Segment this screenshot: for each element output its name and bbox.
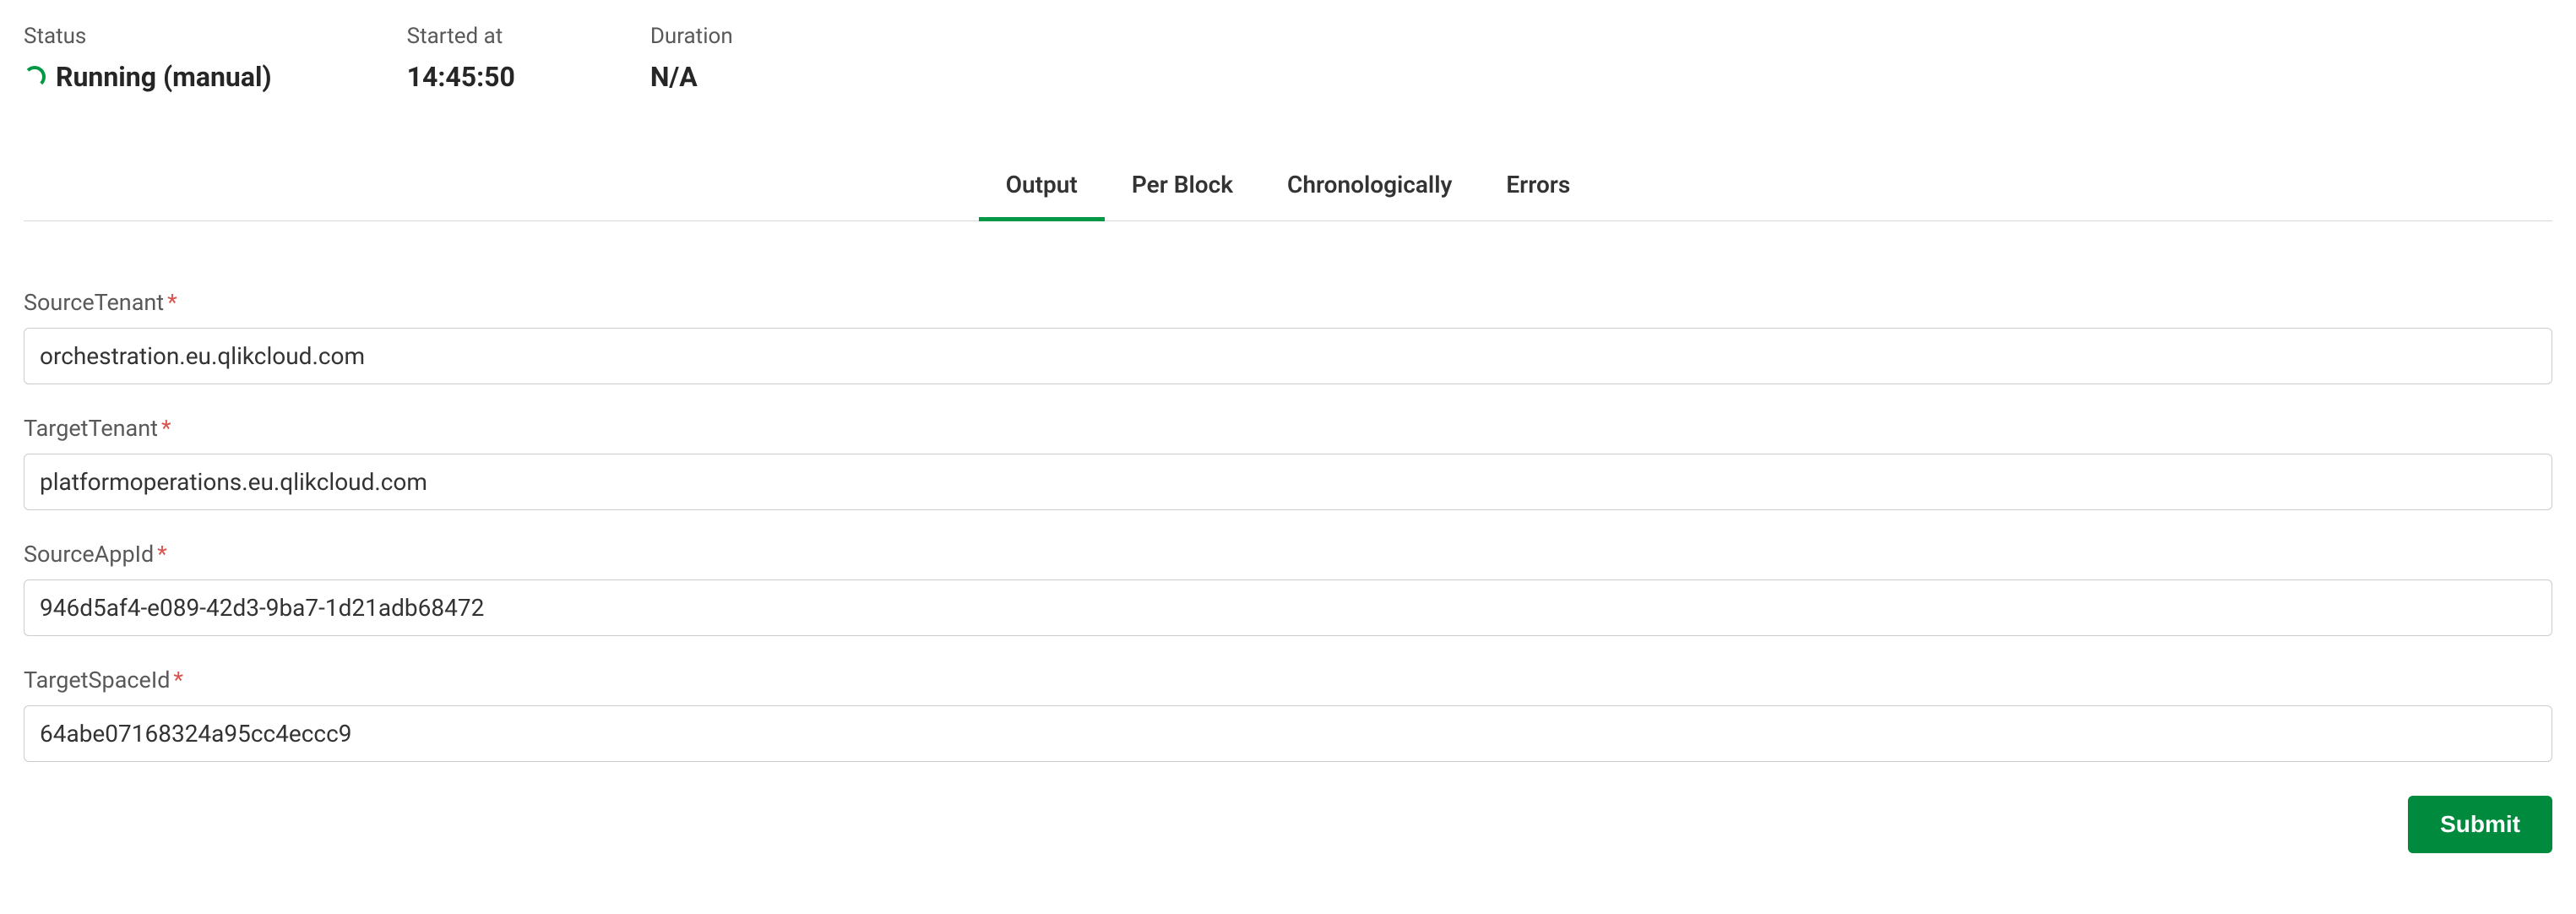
status-value: Running (manual): [24, 61, 272, 93]
duration-label: Duration: [650, 24, 733, 49]
status-text: Running (manual): [56, 61, 272, 93]
status-header: Status Running (manual) Started at 14:45…: [24, 24, 2552, 93]
duration-block: Duration N/A: [650, 24, 733, 93]
target-space-id-label: TargetSpaceId*: [24, 666, 2552, 694]
source-app-id-label-text: SourceAppId: [24, 541, 154, 568]
source-app-id-input[interactable]: [24, 579, 2552, 636]
required-mark: *: [157, 541, 167, 568]
started-block: Started at 14:45:50: [407, 24, 515, 93]
submit-row: Submit: [24, 796, 2552, 853]
target-tenant-input[interactable]: [24, 454, 2552, 510]
source-tenant-label: SourceTenant*: [24, 289, 2552, 316]
target-space-id-input[interactable]: [24, 705, 2552, 762]
status-label: Status: [24, 24, 272, 49]
spinner-icon: [24, 66, 46, 88]
submit-button[interactable]: Submit: [2408, 796, 2552, 853]
target-tenant-group: TargetTenant*: [24, 415, 2552, 510]
source-app-id-group: SourceAppId*: [24, 541, 2552, 636]
required-mark: *: [167, 289, 177, 316]
tab-chronologically[interactable]: Chronologically: [1260, 152, 1479, 221]
started-label: Started at: [407, 24, 515, 49]
duration-value: N/A: [650, 61, 733, 93]
required-mark: *: [173, 666, 183, 694]
source-tenant-group: SourceTenant*: [24, 289, 2552, 384]
target-space-id-label-text: TargetSpaceId: [24, 666, 170, 694]
source-app-id-label: SourceAppId*: [24, 541, 2552, 568]
tab-errors[interactable]: Errors: [1479, 152, 1597, 221]
target-space-id-group: TargetSpaceId*: [24, 666, 2552, 762]
started-value: 14:45:50: [407, 61, 515, 93]
source-tenant-label-text: SourceTenant: [24, 289, 164, 316]
target-tenant-label: TargetTenant*: [24, 415, 2552, 442]
tab-per-block[interactable]: Per Block: [1105, 152, 1260, 221]
required-mark: *: [161, 415, 171, 442]
tab-output[interactable]: Output: [979, 152, 1105, 221]
source-tenant-input[interactable]: [24, 328, 2552, 384]
target-tenant-label-text: TargetTenant: [24, 415, 158, 442]
tabs-container: Output Per Block Chronologically Errors: [24, 152, 2552, 221]
status-block: Status Running (manual): [24, 24, 272, 93]
